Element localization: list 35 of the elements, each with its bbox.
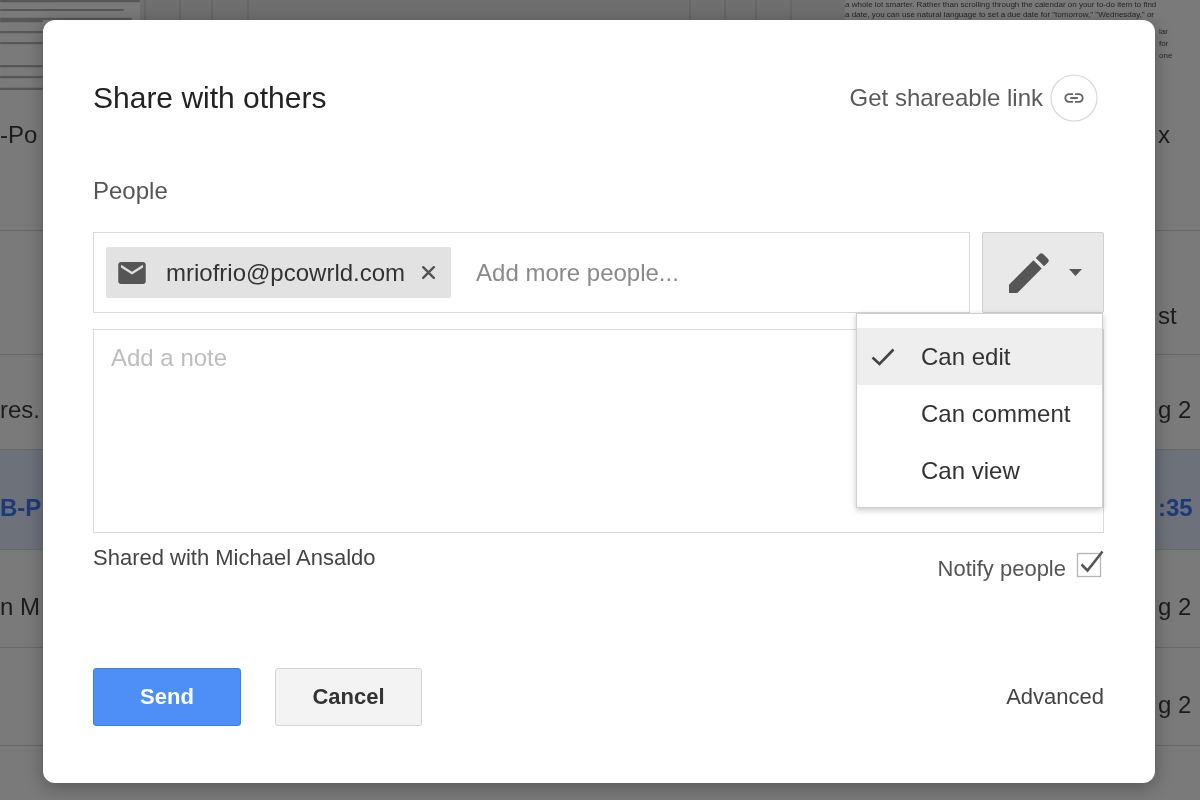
table-cell: res. <box>0 396 40 424</box>
notify-checkbox[interactable] <box>1076 550 1104 578</box>
pencil-icon <box>1008 252 1049 293</box>
shared-with-text: Shared with Michael Ansaldo <box>93 545 376 571</box>
shareable-link-button[interactable]: Get shareable link <box>849 74 1098 122</box>
table-cell: :35 <box>1158 494 1193 522</box>
menu-item[interactable]: Can view <box>857 442 1102 499</box>
recipients-field[interactable]: mriofrio@pcowrld.com Add more people... <box>93 232 970 313</box>
table-cell: g 2 <box>1158 396 1192 424</box>
menu-item[interactable]: Can edit <box>857 328 1102 385</box>
mail-icon <box>118 261 146 284</box>
advanced-link[interactable]: Advanced <box>1006 684 1104 710</box>
check-icon <box>871 347 895 366</box>
link-icon <box>1050 74 1098 122</box>
table-cell: -Po <box>0 121 38 149</box>
table-cell: B-P <box>0 494 42 522</box>
article-text: a whole lot smarter. Rather than scrolling through the calendar on your to-do item to find a date, you can use natural language to set a due date for "tomorrow," "Wednesday," or <box>845 0 1158 20</box>
dialog-title: Share with others <box>93 81 327 115</box>
menu-item[interactable]: Can comment <box>857 385 1102 442</box>
people-label: People <box>93 177 168 205</box>
table-cell: g 2 <box>1158 691 1192 719</box>
table-cell: st <box>1158 302 1177 330</box>
table-cell: g 2 <box>1158 593 1192 621</box>
table-cell: x <box>1158 121 1170 149</box>
add-people-input[interactable]: Add more people... <box>476 258 957 287</box>
table-cell: n M <box>0 593 40 621</box>
recipient-email: mriofrio@pcowrld.com <box>166 258 406 287</box>
caret-icon <box>1068 269 1082 276</box>
permission-dropdown-button[interactable] <box>982 232 1104 313</box>
article-text: for <box>1159 38 1169 50</box>
article-text: one <box>1159 50 1173 62</box>
article-text: lar <box>1159 26 1168 38</box>
remove-icon[interactable] <box>422 266 436 279</box>
cancel-button[interactable]: Cancel <box>275 668 422 726</box>
notify-label: Notify people <box>937 556 1066 582</box>
